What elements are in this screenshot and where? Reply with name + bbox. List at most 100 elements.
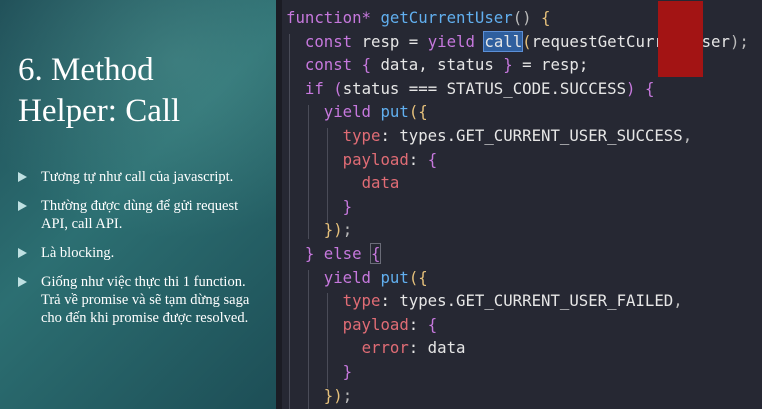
code-token: type [342, 291, 381, 311]
code-token: , [682, 125, 693, 145]
code-token: } [304, 243, 315, 263]
code-token: yield [427, 31, 475, 51]
code-token: { [427, 149, 438, 169]
code-token: put [380, 102, 409, 122]
code-token: yield [323, 267, 372, 287]
code-token: ( [333, 78, 343, 98]
code-token: { [418, 102, 428, 122]
code-token: ( [522, 31, 532, 51]
code-line[interactable]: } [286, 360, 749, 384]
code-line[interactable]: data [286, 171, 749, 195]
code-line[interactable]: } else { [286, 242, 749, 266]
code-token: const [304, 55, 353, 75]
code-token: { [369, 242, 382, 264]
code-token: payload [342, 149, 409, 169]
code-line[interactable]: }); [286, 384, 749, 408]
code-line[interactable]: type: types.GET_CURRENT_USER_FAILED, [286, 289, 749, 313]
slide-panel: 6. Method Helper: Call Tương tự như call… [0, 0, 276, 409]
code-token: ) [333, 385, 343, 405]
code-token: } [342, 196, 353, 216]
code-token: call [483, 30, 524, 52]
code-token: yield [323, 102, 372, 122]
code-token: GET_CURRENT_USER_SUCCESS [456, 125, 683, 145]
bullet-text: Thường được dùng để gửi request API, cal… [41, 198, 239, 232]
code-token: put [380, 267, 409, 287]
slide-title: 6. Method Helper: Call [18, 50, 268, 132]
bullet-list: Tương tự như call của javascript. Thường… [18, 168, 258, 338]
bullet-text: Là blocking. [41, 245, 115, 261]
code-token: } [342, 361, 353, 381]
code-token: error [361, 338, 409, 358]
code-token: { [361, 55, 372, 75]
bullet-item: Giống như việc thực thi 1 function. Trả … [18, 273, 258, 327]
code-token: ( [408, 267, 419, 287]
slide-title-line-2: Helper: Call [18, 93, 181, 129]
code-token: type [342, 125, 381, 145]
code-token: function* [286, 8, 372, 27]
code-line[interactable]: type: types.GET_CURRENT_USER_SUCCESS, [286, 124, 749, 148]
code-line[interactable]: }); [286, 218, 749, 242]
code-line[interactable]: yield put({ [286, 266, 749, 290]
bullet-item: Tương tự như call của javascript. [18, 168, 258, 186]
code-token: } [503, 55, 513, 75]
code-token: ; [342, 220, 353, 240]
code-token: { [541, 8, 551, 27]
code-line[interactable]: yield put({ [286, 100, 749, 124]
code-token: ( [408, 102, 419, 122]
code-token: ) [333, 220, 343, 240]
code-token: data, status [371, 55, 504, 75]
code-token: else [323, 243, 362, 263]
redaction-box [658, 1, 703, 77]
triangle-right-icon [18, 277, 27, 287]
code-line[interactable]: if (status === STATUS_CODE.SUCCESS) { [286, 77, 749, 101]
bullet-item: Là blocking. [18, 244, 258, 262]
code-line[interactable]: payload: { [286, 313, 749, 337]
code-token: : types. [380, 291, 457, 311]
code-token: { [644, 78, 655, 98]
code-token: : [408, 149, 428, 169]
code-token: if [304, 78, 324, 98]
bullet-item: Thường được dùng để gửi request API, cal… [18, 197, 258, 233]
code-token: } [323, 385, 334, 405]
triangle-right-icon [18, 201, 27, 211]
code-token: ); [729, 31, 749, 51]
bullet-text: Giống như việc thực thi 1 function. Trả … [41, 274, 250, 326]
code-editor-edge [276, 0, 282, 409]
bullet-text: Tương tự như call của javascript. [41, 169, 234, 185]
code-line[interactable]: error: data [286, 336, 749, 360]
code-token: ; [342, 385, 353, 405]
code-line[interactable]: payload: { [286, 148, 749, 172]
code-token: : data [408, 338, 466, 358]
code-line[interactable]: } [286, 195, 749, 219]
triangle-right-icon [18, 248, 27, 258]
code-token: , [673, 291, 683, 311]
code-token: { [418, 267, 428, 287]
code-token: = resp; [512, 55, 589, 75]
code-token: : [408, 314, 428, 334]
code-token: } [323, 220, 334, 240]
code-token: () [512, 8, 542, 27]
code-token: data [361, 173, 400, 193]
code-token: resp = [352, 31, 428, 51]
code-token: GET_CURRENT_USER_FAILED [456, 291, 674, 311]
